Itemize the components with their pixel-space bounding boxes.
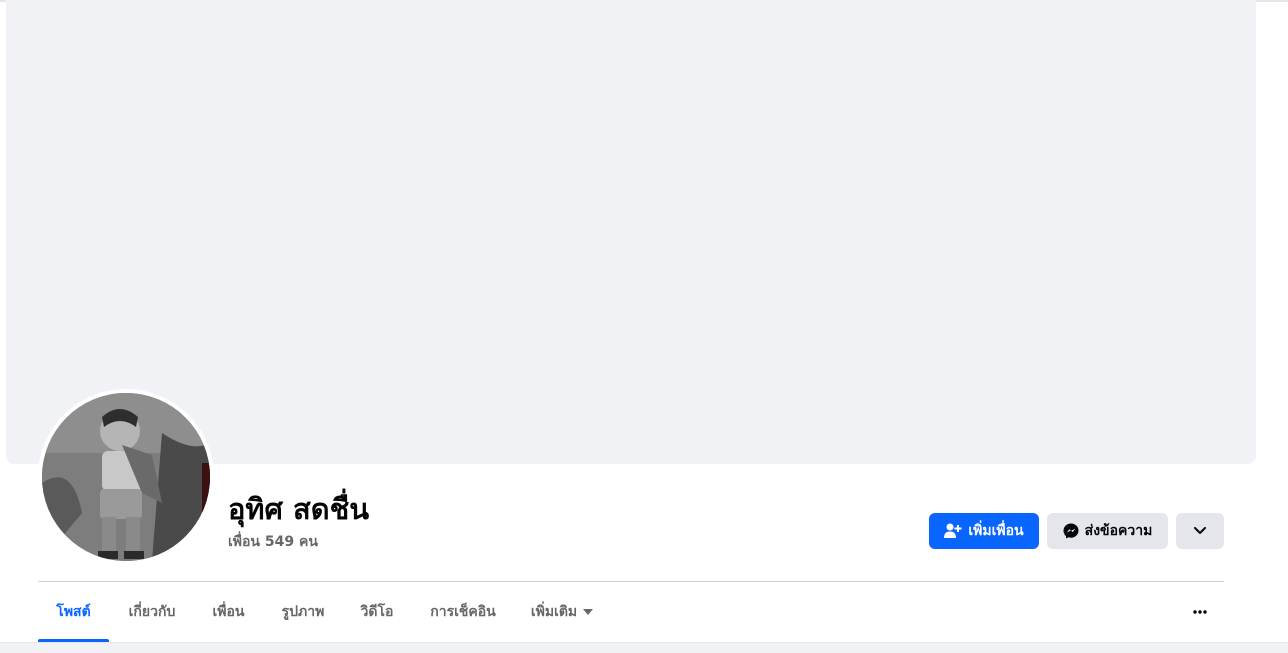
caret-down-icon bbox=[583, 609, 594, 615]
tab-photos[interactable]: รูปภาพ bbox=[262, 582, 344, 642]
cover-photo[interactable] bbox=[6, 0, 1256, 464]
profile-name: อุทิศ สดชื่น bbox=[228, 492, 370, 526]
person-add-icon bbox=[944, 523, 962, 539]
tabs-more-button[interactable] bbox=[1176, 594, 1224, 630]
avatar-image bbox=[42, 393, 210, 561]
add-friend-button[interactable]: เพิ่มเพื่อน bbox=[929, 513, 1039, 549]
message-button[interactable]: ส่งข้อความ bbox=[1047, 513, 1168, 549]
profile-options-button[interactable] bbox=[1176, 513, 1224, 549]
chevron-down-icon bbox=[1194, 527, 1206, 535]
tab-videos[interactable]: วิดีโอ bbox=[344, 582, 410, 642]
tab-label: การเช็คอิน bbox=[430, 604, 496, 620]
add-friend-label: เพิ่มเพื่อน bbox=[968, 523, 1024, 539]
tab-checkins[interactable]: การเช็คอิน bbox=[410, 582, 516, 642]
messenger-icon bbox=[1063, 523, 1079, 539]
message-label: ส่งข้อความ bbox=[1084, 523, 1153, 539]
profile-page: อุทิศ สดชื่น เพื่อน 549 คน เพิ่มเพื่อน ส… bbox=[0, 0, 1288, 653]
more-dots-icon bbox=[1193, 610, 1207, 614]
tab-friends[interactable]: เพื่อน bbox=[195, 582, 262, 642]
tab-about[interactable]: เกี่ยวกับ bbox=[109, 582, 195, 642]
tab-label: วิดีโอ bbox=[360, 604, 394, 620]
tab-posts[interactable]: โพสต์ bbox=[38, 582, 109, 642]
feed-background bbox=[0, 642, 1288, 653]
tab-label: เพื่อน bbox=[212, 604, 245, 620]
friends-count[interactable]: เพื่อน 549 คน bbox=[228, 531, 318, 553]
tab-label: โพสต์ bbox=[56, 604, 91, 620]
tab-more[interactable]: เพิ่มเติม bbox=[516, 582, 608, 642]
tab-label: เพิ่มเติม bbox=[530, 604, 578, 620]
tab-label: เกี่ยวกับ bbox=[128, 604, 176, 620]
profile-avatar[interactable] bbox=[38, 389, 214, 565]
tab-label: รูปภาพ bbox=[281, 604, 325, 620]
